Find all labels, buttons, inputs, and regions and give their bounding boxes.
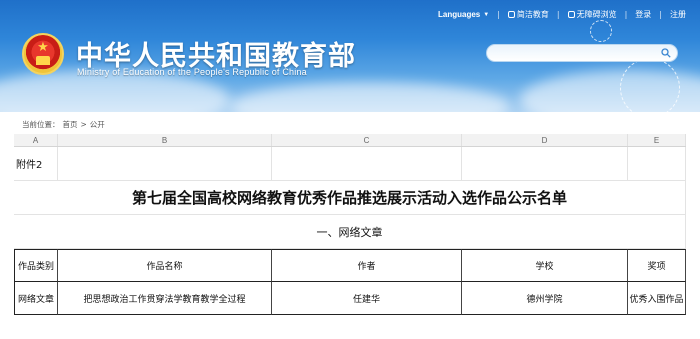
site-subtitle: Ministry of Education of the People's Re…	[77, 67, 307, 77]
star-icon: ★	[37, 40, 49, 55]
breadcrumb-item-home[interactable]: 首页	[63, 120, 78, 129]
chevron-down-icon: ▼	[483, 11, 490, 18]
search-input[interactable]	[487, 49, 655, 65]
nav-divider: |	[497, 10, 500, 19]
table-header-award: 奖项	[628, 249, 686, 282]
table-cell-work-name: 把思想政治工作贯穿法学教育教学全过程	[58, 282, 272, 315]
column-header-d[interactable]: D	[462, 134, 628, 146]
dandelion-decoration	[590, 20, 612, 42]
title-row: 第七届全国高校网络教育优秀作品推选展示活动入选作品公示名单	[14, 181, 686, 215]
table-cell-category: 网络文章	[14, 282, 58, 315]
top-navigation: Languages ▼ | 简洁教育 | 无障碍浏览 | 登录 | 注册	[438, 9, 686, 20]
column-header-row: A B C D E	[14, 134, 686, 147]
nav-link-label: 简洁教育	[516, 10, 549, 19]
site-header-banner: ★ 中华人民共和国教育部 Ministry of Education of th…	[0, 0, 700, 112]
phone-icon	[507, 11, 515, 18]
column-header-b[interactable]: B	[58, 134, 272, 146]
table-header-author: 作者	[272, 249, 462, 282]
nav-link-accessibility[interactable]: 无障碍浏览	[567, 9, 617, 20]
nav-divider: |	[659, 10, 662, 19]
breadcrumb-separator: >	[80, 120, 87, 129]
accessibility-icon	[567, 11, 575, 18]
cloud-decoration	[230, 82, 510, 112]
empty-cell	[272, 147, 462, 180]
languages-label: Languages	[438, 10, 481, 19]
breadcrumb-prefix: 当前位置：	[22, 120, 60, 129]
national-emblem-logo[interactable]: ★	[22, 33, 64, 75]
table-cell-author: 任建华	[272, 282, 462, 315]
attachment-label: 附件2	[14, 147, 58, 180]
nav-divider: |	[556, 10, 560, 19]
tiananmen-icon	[36, 56, 50, 65]
table-header-category: 作品类别	[14, 249, 58, 282]
column-header-c[interactable]: C	[272, 134, 462, 146]
column-header-a[interactable]: A	[14, 134, 58, 146]
breadcrumb: 当前位置： 首页 > 公开	[22, 119, 108, 130]
empty-cell	[462, 147, 628, 180]
search-icon[interactable]	[661, 48, 671, 58]
table-cell-award: 优秀入围作品	[628, 282, 686, 315]
table-header-school: 学校	[462, 249, 628, 282]
nav-link-register[interactable]: 注册	[670, 9, 686, 20]
table-header-work-name: 作品名称	[58, 249, 272, 282]
nav-link-simple-edu[interactable]: 简洁教育	[507, 9, 549, 20]
table-cell-school: 德州学院	[462, 282, 628, 315]
dandelion-decoration	[620, 58, 680, 112]
empty-cell	[58, 147, 272, 180]
table-header-row: 作品类别 作品名称 作者 学校 奖项	[14, 249, 686, 282]
languages-dropdown[interactable]: Languages ▼	[438, 10, 489, 19]
section-row: 一、网络文章	[14, 215, 686, 249]
attachment-row: 附件2	[14, 147, 686, 181]
column-header-e[interactable]: E	[628, 134, 686, 146]
nav-link-login[interactable]: 登录	[635, 9, 651, 20]
nav-link-label: 无障碍浏览	[576, 10, 617, 19]
nav-divider: |	[624, 10, 628, 19]
breadcrumb-item-public[interactable]: 公开	[90, 120, 105, 129]
spreadsheet-preview: A B C D E 附件2 第七届全国高校网络教育优秀作品推选展示活动入选作品公…	[14, 134, 686, 315]
search-box	[486, 44, 678, 65]
empty-cell	[628, 147, 686, 180]
section-heading: 一、网络文章	[14, 215, 686, 248]
table-row: 网络文章 把思想政治工作贯穿法学教育教学全过程 任建华 德州学院 优秀入围作品	[14, 282, 686, 315]
document-title: 第七届全国高校网络教育优秀作品推选展示活动入选作品公示名单	[14, 181, 686, 214]
